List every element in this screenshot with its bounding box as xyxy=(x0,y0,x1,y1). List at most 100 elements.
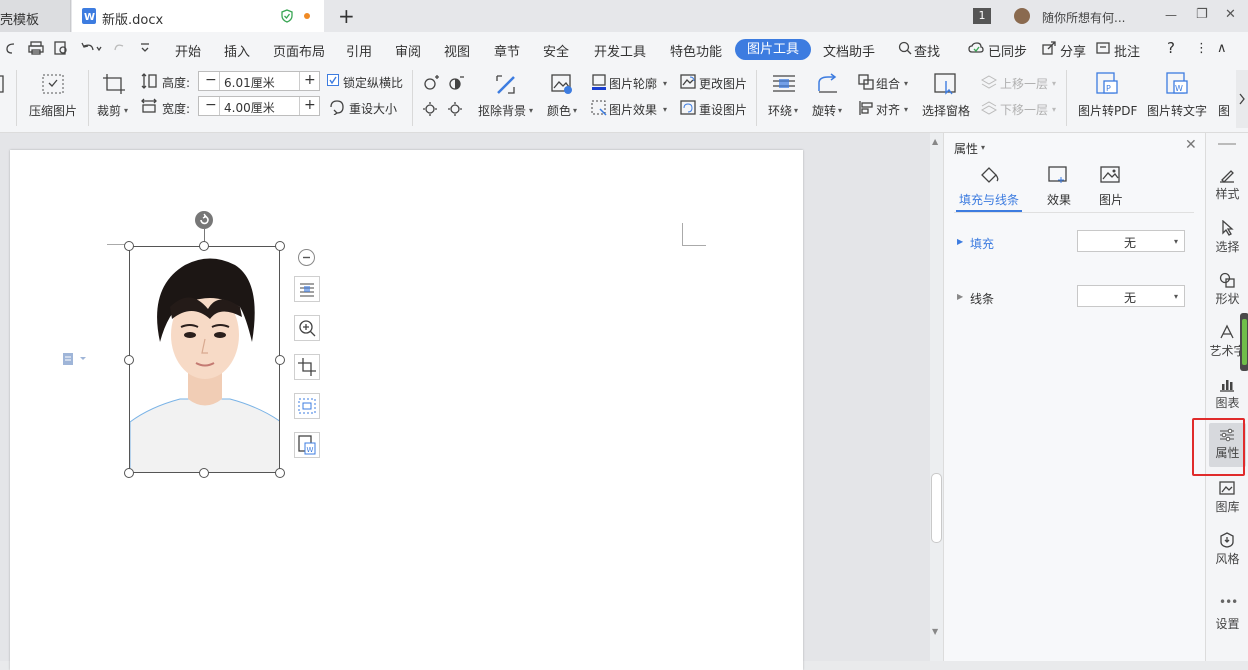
sidebar-item-theme[interactable]: 风格 xyxy=(1206,530,1248,570)
picture-to-text-button[interactable]: 图片转文字 xyxy=(1147,102,1207,119)
share-button[interactable]: 分享 xyxy=(1060,41,1086,60)
scroll-up-icon[interactable]: ▲ xyxy=(932,137,938,146)
line-expand-icon[interactable]: ▶ xyxy=(957,292,963,301)
resize-handle-top-right[interactable] xyxy=(275,241,285,251)
tab-effect[interactable]: 效果 xyxy=(1047,191,1071,208)
resize-handle-top-left[interactable] xyxy=(124,241,134,251)
compress-picture-button[interactable]: 压缩图片 xyxy=(29,102,77,119)
resize-handle-bottom-left[interactable] xyxy=(124,468,134,478)
remove-background-icon[interactable] xyxy=(494,73,518,98)
picture-to-text-icon[interactable]: W xyxy=(1164,72,1190,99)
picture-outline-button[interactable]: 图片轮廓 xyxy=(609,75,657,92)
compress-picture-icon[interactable] xyxy=(41,73,65,98)
selection-pane-button[interactable]: 选择窗格 xyxy=(922,102,970,119)
fill-label[interactable]: 填充 xyxy=(970,235,994,252)
height-input[interactable]: − 6.01厘米 + xyxy=(198,71,320,91)
quick-access-dropdown-icon[interactable] xyxy=(140,42,150,57)
resize-handle-left[interactable] xyxy=(124,355,134,365)
search-hint[interactable]: 随你所想有何... xyxy=(1042,9,1125,26)
scroll-down-icon[interactable]: ▼ xyxy=(932,627,938,636)
redo-left-icon[interactable] xyxy=(4,41,18,58)
minimize-button[interactable]: — xyxy=(1165,8,1177,22)
picture-to-pdf-button[interactable]: 图片转PDF xyxy=(1078,102,1137,119)
group-dropdown-icon[interactable]: ▾ xyxy=(904,79,908,88)
menu-review[interactable]: 审阅 xyxy=(395,41,421,60)
tab-picture[interactable]: 图片 xyxy=(1099,191,1123,208)
height-minus-button[interactable]: − xyxy=(205,72,217,88)
side-scroll-tab[interactable] xyxy=(1240,313,1248,371)
group-button[interactable]: 组合 xyxy=(876,75,900,92)
contrast-down-icon[interactable] xyxy=(447,100,465,119)
line-label[interactable]: 线条 xyxy=(970,290,994,307)
menu-security[interactable]: 安全 xyxy=(543,41,569,60)
reset-size-button[interactable]: 重设大小 xyxy=(349,100,397,117)
more-button[interactable]: ⋮ xyxy=(1195,41,1208,56)
menu-doc-assistant[interactable]: 文档助手 xyxy=(823,41,875,60)
annotate-button[interactable]: 批注 xyxy=(1114,41,1140,60)
new-tab-button[interactable]: + xyxy=(338,4,355,28)
remove-background-button[interactable]: 抠除背景 xyxy=(478,102,526,119)
selection-pane-icon[interactable] xyxy=(934,73,958,98)
menu-home[interactable]: 开始 xyxy=(175,41,201,60)
brightness-up-icon[interactable] xyxy=(422,75,440,94)
help-button[interactable]: ? xyxy=(1167,39,1175,57)
window-count-badge[interactable]: 1 xyxy=(973,8,991,24)
print-preview-icon[interactable] xyxy=(53,41,69,58)
picture-color-dropdown-icon[interactable]: ▾ xyxy=(573,106,577,115)
menu-page-layout[interactable]: 页面布局 xyxy=(273,41,325,60)
ribbon-scroll-right[interactable] xyxy=(1236,70,1248,128)
picture-color-button[interactable]: 颜色 xyxy=(547,102,571,119)
align-button[interactable]: 对齐 xyxy=(876,101,900,118)
reset-size-icon[interactable] xyxy=(329,99,345,118)
contrast-up-icon[interactable] xyxy=(447,75,465,94)
align-dropdown-icon[interactable]: ▾ xyxy=(904,105,908,114)
resize-handle-right[interactable] xyxy=(275,355,285,365)
menu-picture-tools[interactable]: 图片工具 xyxy=(735,39,812,60)
sidebar-item-chart[interactable]: 图表 xyxy=(1206,374,1248,414)
crop-icon[interactable] xyxy=(102,73,126,98)
crop-dropdown-icon[interactable]: ▾ xyxy=(124,106,128,115)
document-scrollbar[interactable]: ▲ ▼ xyxy=(930,133,943,661)
properties-title[interactable]: 属性 xyxy=(954,140,978,157)
collapse-float-toolbar-icon[interactable] xyxy=(298,249,315,266)
tab-document[interactable]: W 新版.docx xyxy=(72,0,324,32)
resize-handle-top[interactable] xyxy=(199,241,209,251)
sync-status[interactable]: 已同步 xyxy=(988,41,1027,60)
width-minus-button[interactable]: − xyxy=(205,97,217,113)
sidebar-item-gallery[interactable]: 图库 xyxy=(1206,478,1248,518)
width-input[interactable]: − 4.00厘米 + xyxy=(198,96,320,116)
height-value[interactable]: 6.01厘米 xyxy=(224,74,275,91)
crop-button[interactable]: 裁剪 xyxy=(97,102,121,119)
rotate-button[interactable]: 旋转 xyxy=(812,102,836,119)
sidebar-item-select[interactable]: 选择 xyxy=(1206,218,1248,258)
picture-effect-dropdown-icon[interactable]: ▾ xyxy=(663,105,667,114)
fill-expand-icon[interactable]: ▶ xyxy=(957,237,963,246)
brightness-down-icon[interactable] xyxy=(422,100,440,119)
menu-developer[interactable]: 开发工具 xyxy=(594,41,646,60)
sidebar-item-style[interactable]: 样式 xyxy=(1206,165,1248,205)
resize-handle-bottom[interactable] xyxy=(199,468,209,478)
resize-handle-bottom-right[interactable] xyxy=(275,468,285,478)
float-picture-to-text-button[interactable]: W xyxy=(294,432,320,458)
width-plus-button[interactable]: + xyxy=(304,97,316,113)
text-wrap-icon[interactable] xyxy=(772,74,796,97)
reset-picture-button[interactable]: 重设图片 xyxy=(699,101,747,118)
fill-select[interactable]: 无 ▾ xyxy=(1077,230,1185,252)
rotate-handle-icon[interactable] xyxy=(195,211,213,229)
remove-background-dropdown-icon[interactable]: ▾ xyxy=(529,106,533,115)
height-plus-button[interactable]: + xyxy=(304,72,316,88)
menu-view[interactable]: 视图 xyxy=(444,41,470,60)
selected-photo[interactable] xyxy=(129,246,280,473)
picture-color-icon[interactable] xyxy=(550,73,574,98)
float-wrap-button[interactable] xyxy=(294,276,320,302)
text-wrap-dropdown-icon[interactable]: ▾ xyxy=(794,106,798,115)
lock-ratio-label[interactable]: 锁定纵横比 xyxy=(343,74,403,91)
avatar[interactable] xyxy=(1014,8,1030,24)
menu-special[interactable]: 特色功能 xyxy=(670,41,722,60)
restore-button[interactable]: ❐ xyxy=(1196,7,1208,22)
picture-more-button[interactable]: 图 xyxy=(1218,102,1230,119)
scroll-thumb[interactable] xyxy=(931,473,942,543)
undo-icon[interactable] xyxy=(80,41,102,58)
menu-find[interactable]: 查找 xyxy=(914,41,940,60)
picture-outline-dropdown-icon[interactable]: ▾ xyxy=(663,79,667,88)
